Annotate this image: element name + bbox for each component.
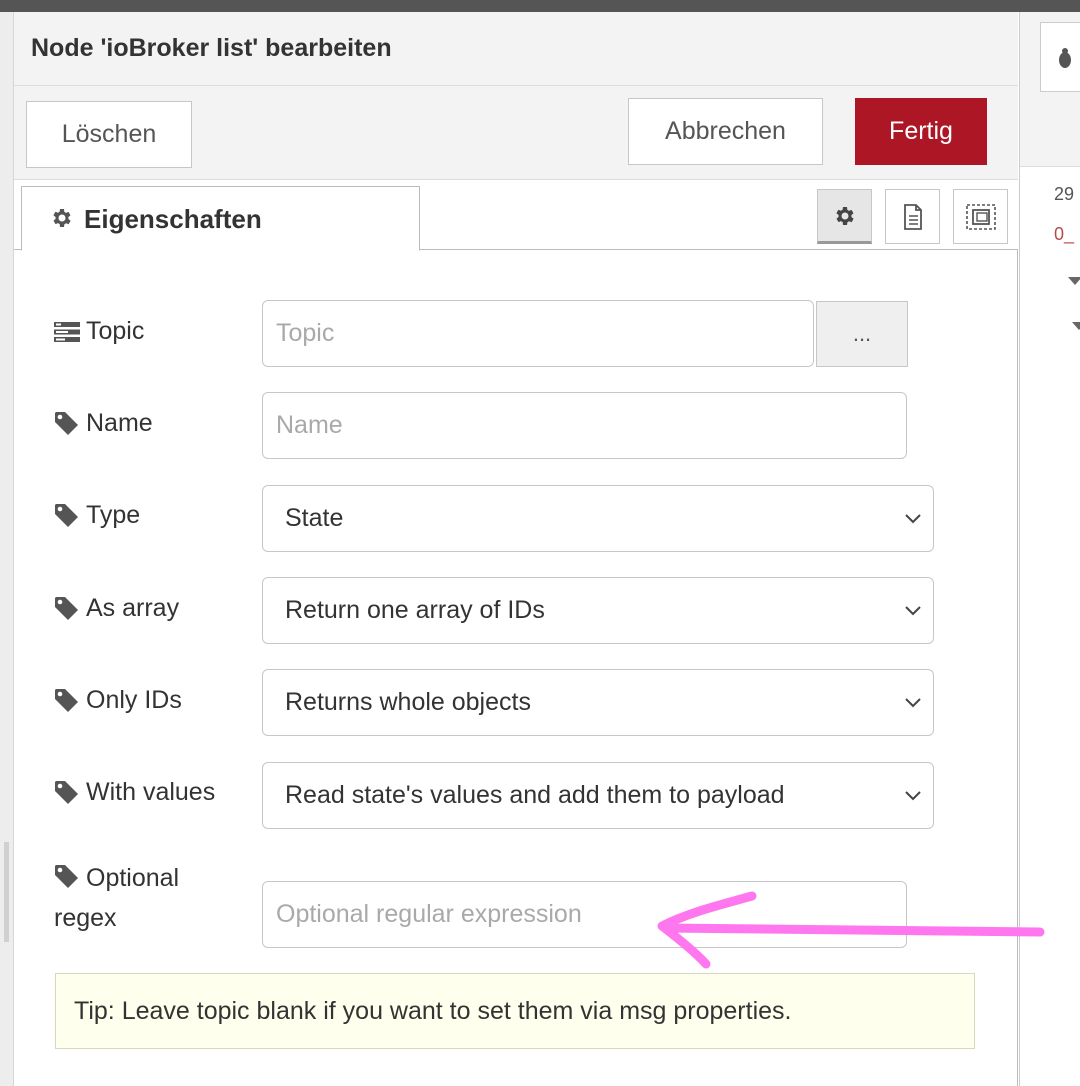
only-ids-select[interactable]: Returns whole objects <box>262 669 934 736</box>
type-select[interactable]: State <box>262 485 934 552</box>
settings-tab-button[interactable] <box>817 189 872 244</box>
regex-label: Optional regex <box>54 864 180 932</box>
with-values-label: With values <box>54 778 215 807</box>
appearance-tab-button[interactable] <box>953 189 1008 244</box>
debug-message-time: 29 <box>1054 184 1075 204</box>
tag-icon <box>55 504 78 527</box>
regex-input[interactable]: Optional regular expression <box>262 881 907 948</box>
edit-dialog: Node 'ioBroker list' bearbeiten Löschen … <box>14 12 1025 1086</box>
topic-input[interactable]: Topic <box>262 300 814 367</box>
cancel-button[interactable]: Abbrechen <box>628 98 823 165</box>
tab-properties-label: Eigenschaften <box>84 204 262 234</box>
tab-properties[interactable]: Eigenschaften <box>21 186 420 251</box>
dialog-toolbar: Löschen Abbrechen Fertig <box>14 86 1018 180</box>
with-values-select[interactable]: Read state's values and add them to payl… <box>262 762 934 829</box>
tag-icon <box>55 597 78 620</box>
with-values-select-value: Read state's values and add them to payl… <box>285 781 785 809</box>
workspace-edge <box>0 12 14 1086</box>
tag-icon <box>55 781 78 804</box>
caret-down-icon[interactable] <box>1068 277 1080 285</box>
only-ids-select-value: Returns whole objects <box>285 688 531 716</box>
gear-icon <box>53 209 71 227</box>
tip-box: Tip: Leave topic blank if you want to se… <box>55 973 975 1049</box>
appearance-icon <box>965 203 996 230</box>
caret-down-icon[interactable] <box>1072 322 1080 330</box>
dialog-title: Node 'ioBroker list' bearbeiten <box>31 34 392 62</box>
tasks-icon <box>54 322 80 342</box>
as-array-select-value: Return one array of IDs <box>285 596 545 624</box>
type-label: Type <box>54 501 140 530</box>
tag-icon <box>55 689 78 712</box>
as-array-label: As array <box>54 594 179 623</box>
tag-icon <box>55 865 78 888</box>
chevron-down-icon <box>905 514 921 524</box>
gear-icon <box>835 206 854 225</box>
as-array-select[interactable]: Return one array of IDs <box>262 577 934 644</box>
only-ids-label: Only IDs <box>54 686 182 715</box>
chevron-down-icon <box>905 606 921 616</box>
tag-icon <box>55 412 78 435</box>
dialog-header: Node 'ioBroker list' bearbeiten <box>14 12 1018 86</box>
name-label: Name <box>54 409 153 438</box>
chevron-down-icon <box>905 791 921 801</box>
type-select-value: State <box>285 504 344 532</box>
resize-grip[interactable] <box>4 842 9 942</box>
top-bar <box>0 0 1080 12</box>
topic-label: Topic <box>54 317 144 346</box>
delete-button[interactable]: Löschen <box>26 101 192 168</box>
name-input[interactable]: Name <box>262 392 907 459</box>
sidebar-tabbar <box>1020 12 1080 167</box>
bug-icon <box>1059 48 1071 68</box>
debug-message-source[interactable]: 0_ <box>1054 224 1074 245</box>
tab-bar: Eigenschaften <box>14 180 1018 251</box>
topic-browse-button[interactable]: ... <box>816 301 908 367</box>
description-tab-button[interactable] <box>885 189 940 244</box>
sidebar-tab-debug[interactable] <box>1040 22 1080 92</box>
chevron-down-icon <box>905 698 921 708</box>
done-button[interactable]: Fertig <box>855 98 987 165</box>
sidebar: 29 0_ <box>1019 12 1080 1086</box>
document-icon <box>903 203 922 230</box>
